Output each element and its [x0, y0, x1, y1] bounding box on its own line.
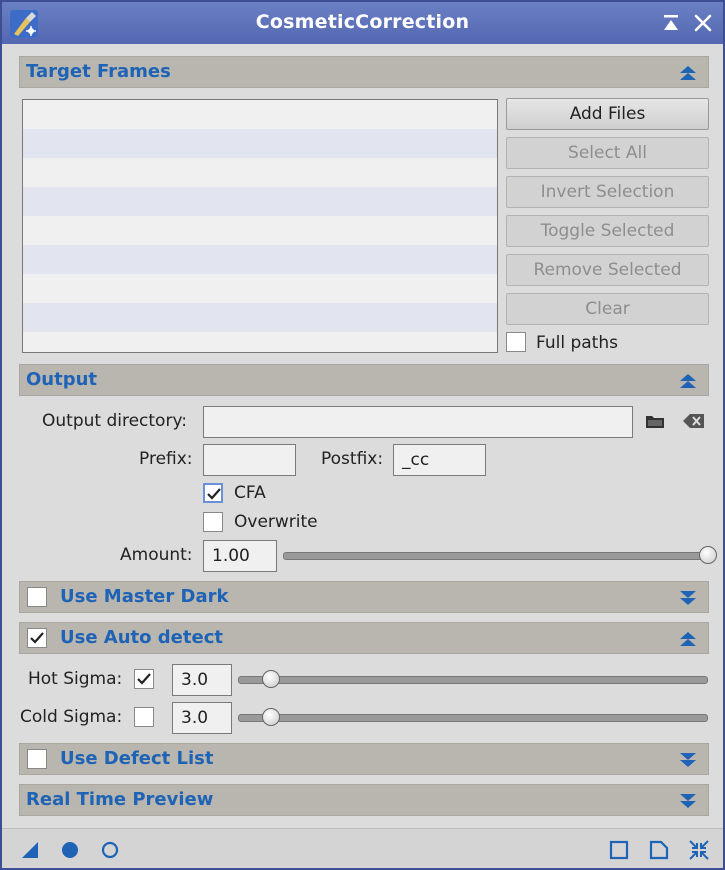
list-item[interactable] — [23, 187, 497, 216]
section-output[interactable]: Output — [19, 364, 709, 396]
cold-sigma-checkbox[interactable] — [134, 707, 154, 727]
list-item[interactable] — [23, 158, 497, 187]
target-frames-list[interactable] — [22, 99, 498, 353]
shade-icon[interactable] — [660, 12, 682, 34]
use-defect-list-checkbox[interactable] — [27, 749, 47, 769]
check-icon — [30, 632, 44, 644]
check-icon — [137, 673, 151, 685]
use-auto-detect-checkbox[interactable] — [27, 628, 47, 648]
section-realtime-preview[interactable]: Real Time Preview — [19, 784, 709, 816]
select-all-button[interactable]: Select All — [506, 137, 709, 169]
collapse-up-icon[interactable] — [678, 63, 698, 83]
collapse-up-icon[interactable] — [678, 629, 698, 649]
output-directory-label: Output directory: — [42, 411, 187, 431]
section-auto-detect[interactable]: Use Auto detect — [19, 622, 709, 654]
reset-document-icon[interactable] — [648, 839, 670, 861]
remove-selected-button[interactable]: Remove Selected — [506, 254, 709, 286]
real-time-preview-circle-icon[interactable] — [99, 839, 121, 861]
section-title-auto-detect: Use Auto detect — [60, 627, 223, 648]
output-directory-input[interactable] — [203, 406, 633, 438]
section-title-defect-list: Use Defect List — [60, 748, 214, 769]
section-master-dark[interactable]: Use Master Dark — [19, 581, 709, 613]
list-item[interactable] — [23, 274, 497, 303]
hot-sigma-label: Hot Sigma: — [28, 669, 123, 689]
overwrite-label: Overwrite — [234, 512, 318, 532]
hot-sigma-checkbox[interactable] — [134, 669, 154, 689]
use-master-dark-checkbox[interactable] — [27, 587, 47, 607]
cold-sigma-slider-handle[interactable] — [261, 708, 280, 726]
section-defect-list[interactable]: Use Defect List — [19, 743, 709, 775]
cold-sigma-slider[interactable] — [238, 714, 708, 722]
cosmetic-correction-window: CosmeticCorrection Target Frames Add Fil… — [0, 0, 725, 870]
amount-slider-handle[interactable] — [699, 546, 717, 564]
section-target-frames[interactable]: Target Frames — [19, 56, 709, 88]
amount-slider[interactable] — [283, 552, 708, 560]
expand-down-icon[interactable] — [678, 588, 698, 608]
cold-sigma-label: Cold Sigma: — [20, 707, 123, 727]
new-instance-triangle-icon[interactable] — [19, 839, 41, 861]
amount-input[interactable]: 1.00 — [203, 540, 277, 572]
full-paths-checkbox[interactable] — [506, 332, 526, 352]
close-icon[interactable] — [692, 12, 714, 34]
section-title-target-frames: Target Frames — [26, 61, 171, 82]
hot-sigma-input[interactable]: 3.0 — [172, 664, 232, 696]
add-files-button[interactable]: Add Files — [506, 98, 709, 130]
backspace-clear-icon[interactable] — [682, 411, 706, 431]
clear-button[interactable]: Clear — [506, 293, 709, 325]
expand-down-icon[interactable] — [678, 791, 698, 811]
toggle-selected-button[interactable]: Toggle Selected — [506, 215, 709, 247]
cold-sigma-input[interactable]: 3.0 — [172, 702, 232, 734]
list-item[interactable] — [23, 129, 497, 158]
window-title: CosmeticCorrection — [255, 11, 470, 33]
cfa-label: CFA — [234, 483, 266, 503]
title-bar[interactable]: CosmeticCorrection — [2, 2, 723, 44]
full-paths-label: Full paths — [536, 333, 618, 353]
amount-label: Amount: — [120, 545, 193, 565]
apply-global-circle-icon[interactable] — [59, 839, 81, 861]
section-title-output: Output — [26, 369, 98, 390]
browse-documentation-square-icon[interactable] — [608, 839, 630, 861]
list-item[interactable] — [23, 100, 497, 129]
cfa-checkbox[interactable] — [203, 483, 223, 503]
section-title-master-dark: Use Master Dark — [60, 586, 229, 607]
list-item[interactable] — [23, 303, 497, 332]
folder-icon[interactable] — [645, 411, 665, 431]
postfix-label: Postfix: — [321, 449, 384, 469]
collapse-up-icon[interactable] — [678, 371, 698, 391]
invert-selection-button[interactable]: Invert Selection — [506, 176, 709, 208]
check-icon — [207, 488, 221, 500]
process-control-bar — [2, 828, 723, 868]
list-item[interactable] — [23, 216, 497, 245]
prefix-label: Prefix: — [139, 449, 193, 469]
expand-down-icon[interactable] — [678, 750, 698, 770]
hot-sigma-slider[interactable] — [238, 676, 708, 684]
prefix-input[interactable] — [203, 444, 296, 476]
section-title-realtime-preview: Real Time Preview — [26, 789, 214, 810]
postfix-input[interactable]: _cc — [393, 444, 486, 476]
overwrite-checkbox[interactable] — [203, 512, 223, 532]
hot-sigma-slider-handle[interactable] — [261, 670, 280, 688]
shrink-arrows-icon[interactable] — [688, 839, 710, 861]
list-item[interactable] — [23, 245, 497, 274]
